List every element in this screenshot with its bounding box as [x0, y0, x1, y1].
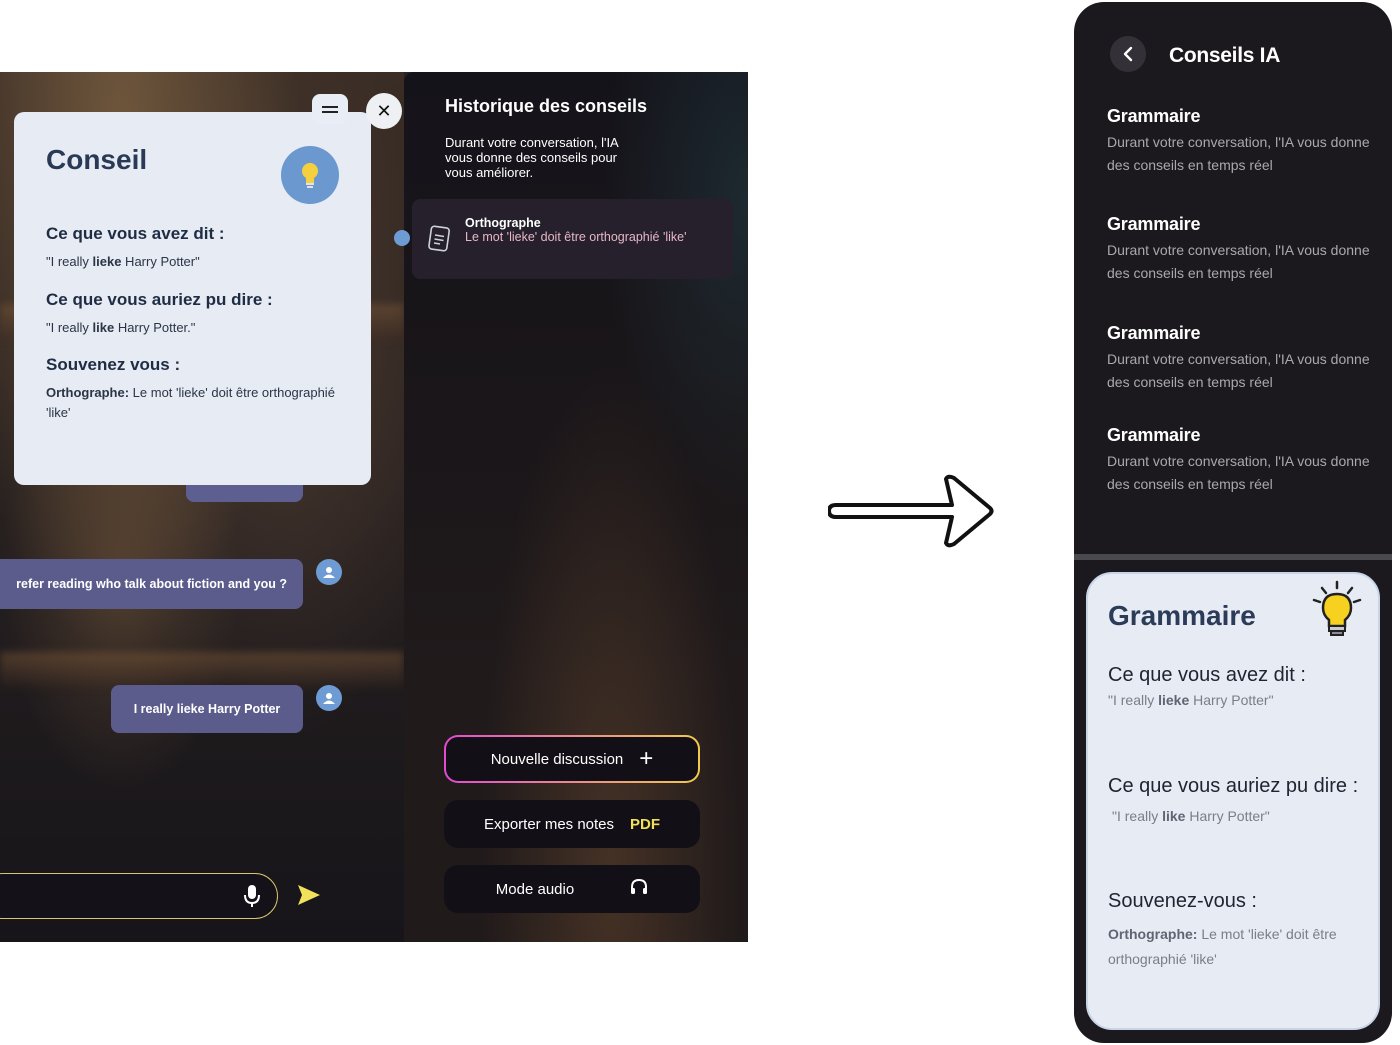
- audio-mode-button[interactable]: Mode audio: [444, 865, 700, 913]
- said-label: Ce que vous avez dit :: [46, 224, 225, 243]
- send-icon[interactable]: [297, 884, 321, 911]
- headphones-icon: [630, 878, 648, 899]
- advice-item-text: Durant votre conversation, l'IA vous don…: [1107, 351, 1370, 390]
- back-button[interactable]: [1110, 36, 1146, 72]
- advice-item-title: Grammaire: [1107, 214, 1201, 234]
- desktop-screenshot: Conseil Ce que vous avez dit : "I really…: [0, 72, 748, 942]
- remember-label: Souvenez-vous :: [1108, 890, 1257, 912]
- document-icon: [425, 224, 453, 259]
- page-title: Conseils IA: [1169, 44, 1281, 67]
- lightbulb-icon: [1310, 580, 1364, 645]
- plus-icon: +: [639, 745, 654, 772]
- could-text: "I really like Harry Potter": [1112, 808, 1270, 824]
- chat-message: refer reading who talk about fiction and…: [0, 559, 303, 609]
- user-icon: [316, 559, 342, 585]
- arrow-right-icon: [827, 474, 994, 553]
- advice-detail-title: Grammaire: [1108, 600, 1256, 631]
- message-input[interactable]: [0, 873, 278, 919]
- new-discussion-button[interactable]: Nouvelle discussion +: [444, 735, 700, 783]
- advice-list-item[interactable]: Grammaire Durant votre conversation, l'I…: [1107, 214, 1377, 285]
- said-label: Ce que vous avez dit :: [1108, 664, 1306, 686]
- history-item-text: Le mot 'lieke' doit être orthographié 'l…: [465, 230, 687, 244]
- advice-item-text: Durant votre conversation, l'IA vous don…: [1107, 453, 1370, 492]
- could-label: Ce que vous auriez pu dire :: [1108, 775, 1359, 797]
- advice-item-text: Durant votre conversation, l'IA vous don…: [1107, 134, 1370, 173]
- export-notes-button[interactable]: Exporter mes notes PDF: [444, 800, 700, 848]
- user-icon: [316, 685, 342, 711]
- could-label: Ce que vous auriez pu dire :: [46, 289, 273, 309]
- advice-item-title: Grammaire: [1107, 323, 1201, 343]
- chevron-left-icon: [1123, 46, 1133, 62]
- menu-icon[interactable]: [312, 94, 348, 124]
- microphone-icon[interactable]: [242, 884, 262, 913]
- export-label: Exporter mes notes: [483, 815, 615, 833]
- pdf-badge: PDF: [630, 815, 661, 833]
- could-text: "I really like Harry Potter.": [46, 319, 196, 335]
- mobile-screen: Conseils IA Grammaire Durant votre conve…: [1074, 2, 1392, 1043]
- lightbulb-icon: [281, 146, 339, 204]
- chat-message: I really lieke Harry Potter: [111, 685, 303, 733]
- advice-list-item[interactable]: Grammaire Durant votre conversation, l'I…: [1107, 106, 1377, 177]
- background-shelf: [0, 652, 404, 688]
- said-text: "I really lieke Harry Potter": [1108, 692, 1274, 708]
- history-item-indicator: [394, 230, 410, 246]
- history-item-title: Orthographe: [465, 216, 541, 230]
- new-discussion-label: Nouvelle discussion: [490, 750, 624, 768]
- remember-label: Souvenez vous :: [46, 355, 181, 374]
- advice-item-title: Grammaire: [1107, 106, 1201, 126]
- close-icon[interactable]: ✕: [366, 93, 402, 129]
- audio-label: Mode audio: [495, 880, 575, 898]
- history-description: Durant votre conversation, l'IA vous don…: [445, 135, 619, 180]
- advice-item-text: Durant votre conversation, l'IA vous don…: [1107, 242, 1370, 281]
- said-text: "I really lieke Harry Potter": [46, 254, 200, 269]
- advice-list-item[interactable]: Grammaire Durant votre conversation, l'I…: [1107, 323, 1377, 394]
- advice-item-title: Grammaire: [1107, 425, 1201, 445]
- history-title: Historique des conseils: [445, 96, 648, 116]
- remember-text: Orthographe: Le mot 'lieke' doit être or…: [46, 385, 335, 420]
- advice-detail-card: Grammaire Ce que vous avez dit : "I real…: [1086, 572, 1380, 1030]
- advice-list-item[interactable]: Grammaire Durant votre conversation, l'I…: [1107, 425, 1377, 496]
- sheet-divider: [1074, 554, 1392, 560]
- advice-card: Conseil Ce que vous avez dit : "I really…: [14, 112, 371, 485]
- remember-text: Orthographe: Le mot 'lieke' doit être or…: [1108, 926, 1337, 967]
